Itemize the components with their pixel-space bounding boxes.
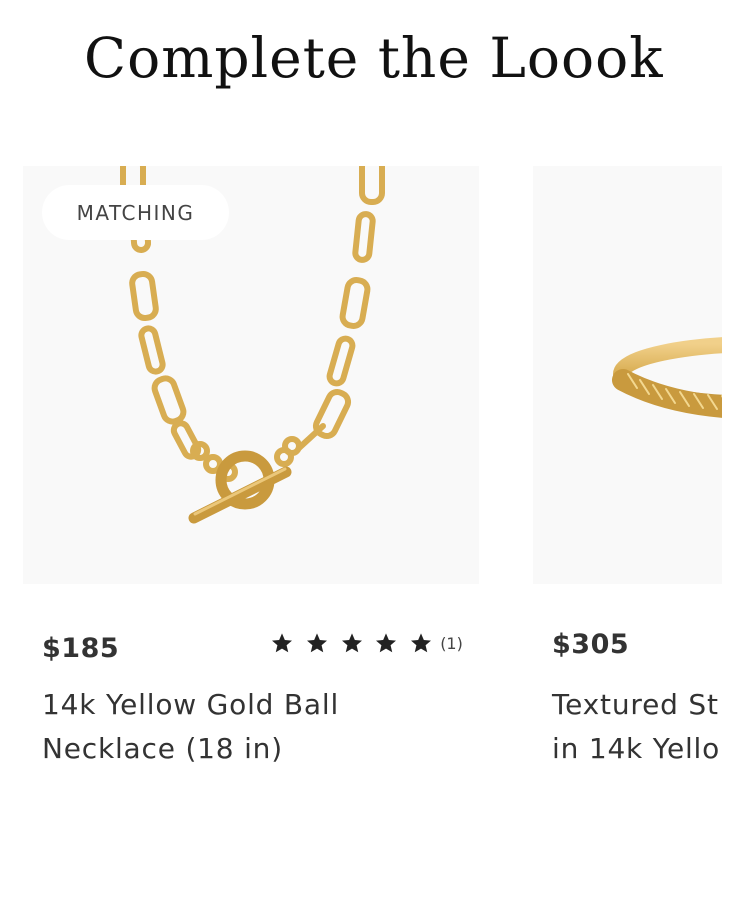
product-name-line: Necklace (18 in) xyxy=(42,732,283,765)
star-icon xyxy=(306,633,327,653)
product-image[interactable]: MATCHING xyxy=(23,166,479,584)
product-name[interactable]: Textured St in 14k Yello xyxy=(552,683,722,771)
product-card[interactable]: MATCHING $185 (1) 14k Yellow Gold Ball N… xyxy=(23,166,479,765)
product-price: $305 xyxy=(552,629,630,660)
star-icon xyxy=(411,633,432,653)
ring-image xyxy=(612,337,722,418)
product-name-line: Textured St xyxy=(552,688,719,721)
product-carousel[interactable]: MATCHING $185 (1) 14k Yellow Gold Ball N… xyxy=(0,0,722,900)
product-name-line: in 14k Yello xyxy=(552,732,721,765)
star-icon xyxy=(341,633,362,653)
product-card[interactable]: $305 Textured St in 14k Yello xyxy=(533,166,722,765)
product-name-line: 14k Yellow Gold Ball xyxy=(42,688,340,721)
product-name[interactable]: 14k Yellow Gold Ball Necklace (18 in) xyxy=(42,683,462,771)
star-rating[interactable]: (1) xyxy=(271,632,463,654)
star-icon xyxy=(376,633,397,653)
review-count[interactable]: (1) xyxy=(440,634,463,653)
star-icon xyxy=(272,633,292,653)
matching-badge: MATCHING xyxy=(42,185,229,240)
product-image[interactable] xyxy=(533,166,722,584)
product-price: $185 xyxy=(42,633,120,664)
